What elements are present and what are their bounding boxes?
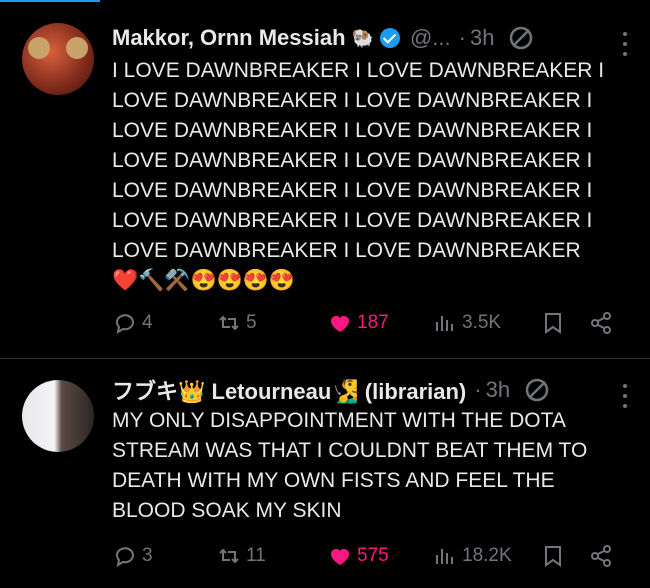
tweet-text-line: LOVE DAWNBREAKER I LOVE DAWNBREAKER I [112,179,593,202]
separator-dot: · [474,377,482,402]
views-icon [436,549,453,564]
like-button[interactable]: 187 [327,310,389,336]
retweet-button[interactable]: 11 [216,543,266,569]
reply-icon [116,547,134,568]
bookmark-icon [545,313,561,334]
retweet-count: 5 [246,312,257,333]
retweet-icon [219,548,239,564]
views-icon [436,316,453,331]
share-button[interactable] [588,543,614,569]
tweet-emoji-line: ❤️🔨⚒️😍😍😍😍 [112,269,296,292]
verified-badge-icon [379,28,400,48]
tweet-text-line: LOVE DAWNBREAKER I LOVE DAWNBREAKER I [112,149,593,172]
no-sign-icon[interactable] [524,377,550,403]
top-accent-line [0,0,650,4]
heart-icon [331,549,349,565]
timestamp[interactable]: 3h [486,377,510,403]
tweet-text-line: LOVE DAWNBREAKER I LOVE DAWNBREAKER I [112,119,593,142]
tweet[interactable]: Makkor, Ornn Messiah 🐏 @... · 3h I LOVE … [0,8,650,358]
like-count: 187 [357,312,389,333]
retweet-count: 11 [246,545,266,566]
share-icon [591,545,611,567]
bookmark-icon [545,546,561,567]
view-count: 18.2K [462,545,512,566]
like-count: 575 [357,545,389,566]
name-emoji: 🐏 [351,27,374,48]
action-bar: 3 11 575 18.2K [112,543,630,573]
reply-count: 4 [142,312,153,333]
tweet-text-line: LOVE DAWNBREAKER I LOVE DAWNBREAKER I [112,209,593,232]
display-name[interactable]: フブキ👑 Letourneau🧏‍♂️ (librarian) [112,374,466,406]
tweet-text: I LOVE DAWNBREAKER I LOVE DAWNBREAKER I … [112,56,632,296]
handle[interactable]: @... [410,25,451,51]
retweet-icon [219,315,239,331]
bookmark-button[interactable] [540,543,566,569]
reply-button[interactable]: 3 [112,543,153,569]
tweet-text-line: LOVE DAWNBREAKER I LOVE DAWNBREAKER I [112,89,593,112]
tweet-text-line: DEATH WITH MY OWN FISTS AND FEEL THE [112,469,555,492]
tweet-text-line: LOVE DAWNBREAKER I LOVE DAWNBREAKER [112,239,581,262]
like-button[interactable]: 575 [327,543,389,569]
reply-button[interactable]: 4 [112,310,153,336]
tweet-text-line: I LOVE DAWNBREAKER I LOVE DAWNBREAKER I [112,59,605,82]
bookmark-button[interactable] [540,310,566,336]
tweet-header: Makkor, Ornn Messiah 🐏 @... · 3h [112,22,630,54]
timestamp[interactable]: 3h [470,25,494,51]
retweet-button[interactable]: 5 [216,310,257,336]
tweet-text-line: MY ONLY DISAPPOINTMENT WITH THE DOTA [112,409,566,432]
more-icon[interactable] [623,384,628,408]
avatar[interactable] [22,23,94,95]
tweet-divider [0,358,650,359]
separator-dot: · [458,25,466,50]
action-bar: 4 5 187 3.5K [112,310,630,340]
reply-count: 3 [142,545,153,566]
share-icon [591,312,611,334]
tweet-header: フブキ👑 Letourneau🧏‍♂️ (librarian) · 3h [112,374,630,406]
more-icon[interactable] [623,32,628,56]
tweet-text: MY ONLY DISAPPOINTMENT WITH THE DOTA STR… [112,406,632,526]
views-button[interactable]: 3.5K [432,310,501,336]
reply-icon [116,314,134,335]
heart-icon [331,316,349,332]
tweet-text-line: STREAM WAS THAT I COULDNT BEAT THEM TO [112,439,588,462]
no-sign-icon[interactable] [508,25,534,51]
avatar[interactable] [22,380,94,452]
view-count: 3.5K [462,312,502,333]
tweet[interactable]: フブキ👑 Letourneau🧏‍♂️ (librarian) · 3h MY … [0,360,650,588]
display-name[interactable]: Makkor, Ornn Messiah [112,25,346,51]
share-button[interactable] [588,310,614,336]
tweet-text-line: BLOOD SOAK MY SKIN [112,499,342,522]
views-button[interactable]: 18.2K [432,543,512,569]
